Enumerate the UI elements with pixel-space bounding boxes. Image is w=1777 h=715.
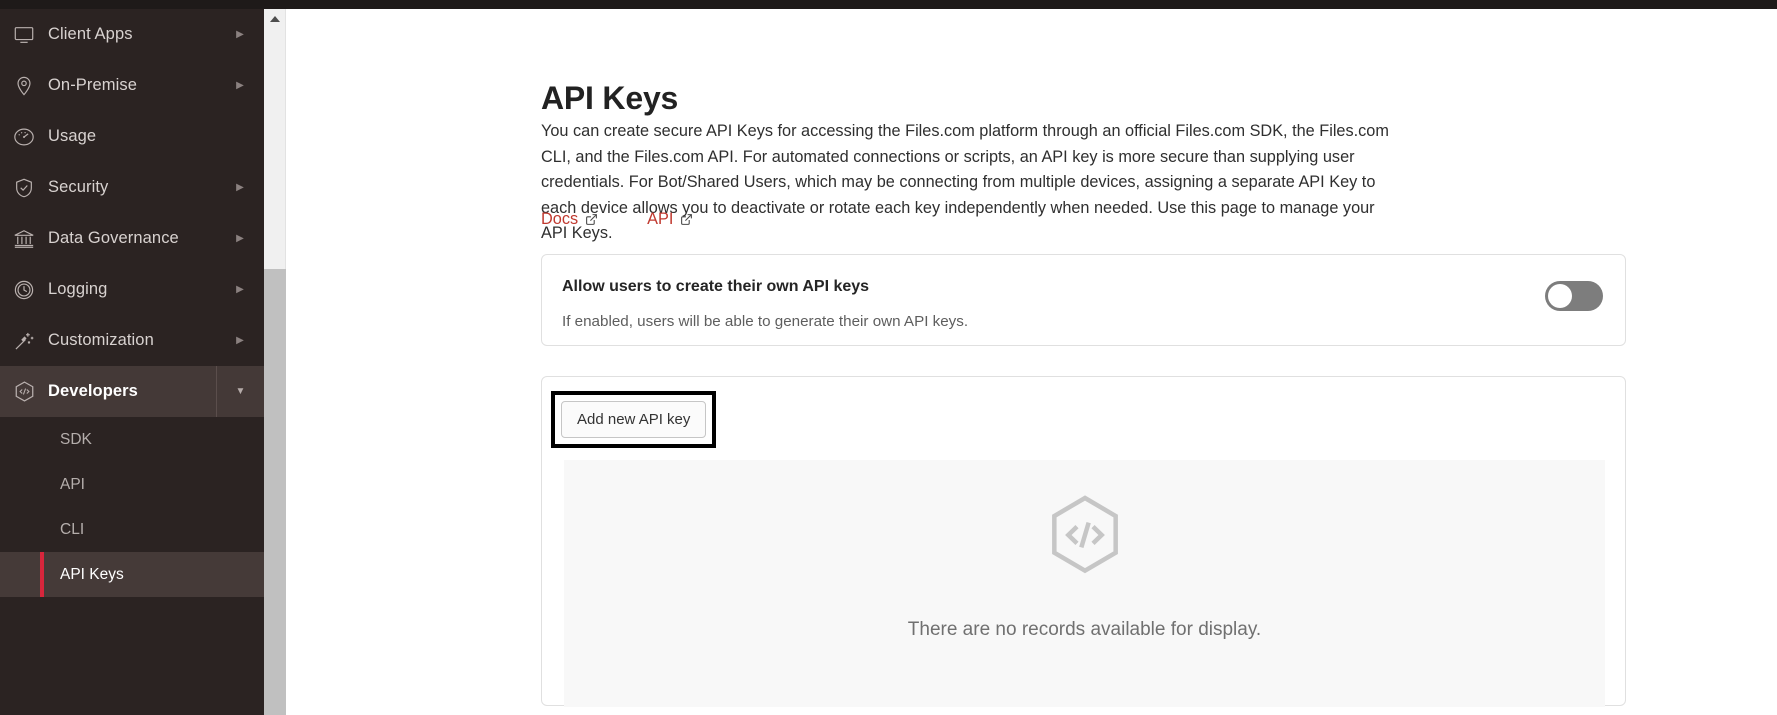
sidebar-subitem-label: API bbox=[60, 475, 85, 493]
external-link-icon bbox=[585, 213, 598, 226]
page-title: API Keys bbox=[541, 80, 679, 117]
chevron-right-icon: ▶ bbox=[236, 335, 244, 346]
hexagon-code-icon bbox=[1045, 492, 1125, 585]
triangle-up-icon bbox=[270, 16, 280, 22]
api-link[interactable]: API bbox=[647, 210, 693, 229]
scrollbar-thumb[interactable] bbox=[264, 269, 286, 715]
sidebar-item-data-governance[interactable]: Data Governance ▶ bbox=[0, 213, 264, 264]
sidebar-inner: Client Apps ▶ On-Premise ▶ Usage Securit… bbox=[0, 9, 264, 597]
external-link-icon bbox=[680, 213, 693, 226]
empty-state-message: There are no records available for displ… bbox=[907, 619, 1262, 640]
sidebar-item-on-premise[interactable]: On-Premise ▶ bbox=[0, 60, 264, 111]
sidebar-subitem-label: API Keys bbox=[60, 565, 124, 583]
link-row: Docs API bbox=[541, 210, 693, 229]
api-keys-card: Add new API key There are no records ava… bbox=[541, 376, 1626, 707]
hexagon-code-icon bbox=[0, 380, 48, 403]
main-content: API Keys You can create secure API Keys … bbox=[287, 9, 1777, 715]
toggle-knob bbox=[1548, 284, 1572, 308]
chevron-right-icon: ▶ bbox=[236, 80, 244, 91]
sidebar-item-cli[interactable]: CLI bbox=[0, 507, 264, 552]
setting-description: If enabled, users will be able to genera… bbox=[562, 313, 969, 330]
gauge-icon bbox=[0, 126, 48, 148]
sidebar-item-label: Client Apps bbox=[48, 25, 133, 43]
sidebar-item-sdk[interactable]: SDK bbox=[0, 417, 264, 462]
map-pin-icon bbox=[0, 75, 48, 97]
top-bar bbox=[0, 0, 1777, 9]
vertical-scrollbar[interactable] bbox=[264, 9, 286, 715]
chevron-right-icon: ▶ bbox=[236, 182, 244, 193]
sidebar-subitem-label: SDK bbox=[60, 430, 92, 448]
magic-wand-icon bbox=[0, 330, 48, 352]
allow-users-toggle[interactable] bbox=[1545, 281, 1603, 311]
sidebar-item-logging[interactable]: Logging ▶ bbox=[0, 264, 264, 315]
monitor-icon bbox=[0, 24, 48, 46]
clock-icon bbox=[0, 279, 48, 301]
sidebar-item-label: Customization bbox=[48, 331, 154, 349]
allow-users-setting-card: Allow users to create their own API keys… bbox=[541, 254, 1626, 346]
sidebar-subitem-label: CLI bbox=[60, 520, 85, 538]
sidebar-item-developers[interactable]: Developers ▼ bbox=[0, 366, 264, 417]
chevron-right-icon: ▶ bbox=[236, 233, 244, 244]
sidebar-item-client-apps[interactable]: Client Apps ▶ bbox=[0, 9, 264, 60]
api-link-label: API bbox=[647, 210, 674, 228]
sidebar-item-label: Security bbox=[48, 178, 109, 196]
developers-subnav: SDK API CLI API Keys bbox=[0, 417, 264, 597]
bank-icon bbox=[0, 228, 48, 250]
setting-title: Allow users to create their own API keys bbox=[562, 278, 870, 295]
add-new-api-key-focus-ring: Add new API key bbox=[551, 391, 717, 448]
chevron-right-icon: ▶ bbox=[236, 284, 244, 295]
sidebar-item-label: Developers bbox=[48, 382, 138, 400]
sidebar-item-label: Data Governance bbox=[48, 229, 179, 247]
empty-state-panel: There are no records available for displ… bbox=[564, 460, 1605, 707]
sidebar-item-label: Usage bbox=[48, 127, 97, 145]
docs-link[interactable]: Docs bbox=[541, 210, 598, 229]
chevron-down-icon[interactable]: ▼ bbox=[216, 366, 264, 417]
shield-check-icon bbox=[0, 177, 48, 199]
chevron-right-icon: ▶ bbox=[236, 29, 244, 40]
sidebar-item-security[interactable]: Security ▶ bbox=[0, 162, 264, 213]
sidebar: Client Apps ▶ On-Premise ▶ Usage Securit… bbox=[0, 0, 264, 715]
sidebar-item-label: Logging bbox=[48, 280, 108, 298]
sidebar-item-usage[interactable]: Usage bbox=[0, 111, 264, 162]
app-root: Client Apps ▶ On-Premise ▶ Usage Securit… bbox=[0, 0, 1777, 715]
docs-link-label: Docs bbox=[541, 210, 579, 228]
sidebar-item-api[interactable]: API bbox=[0, 462, 264, 507]
sidebar-item-customization[interactable]: Customization ▶ bbox=[0, 315, 264, 366]
scroll-up-button[interactable] bbox=[264, 9, 286, 29]
sidebar-item-label: On-Premise bbox=[48, 76, 138, 94]
sidebar-item-api-keys[interactable]: API Keys bbox=[0, 552, 264, 597]
add-new-api-key-button[interactable]: Add new API key bbox=[561, 401, 707, 438]
